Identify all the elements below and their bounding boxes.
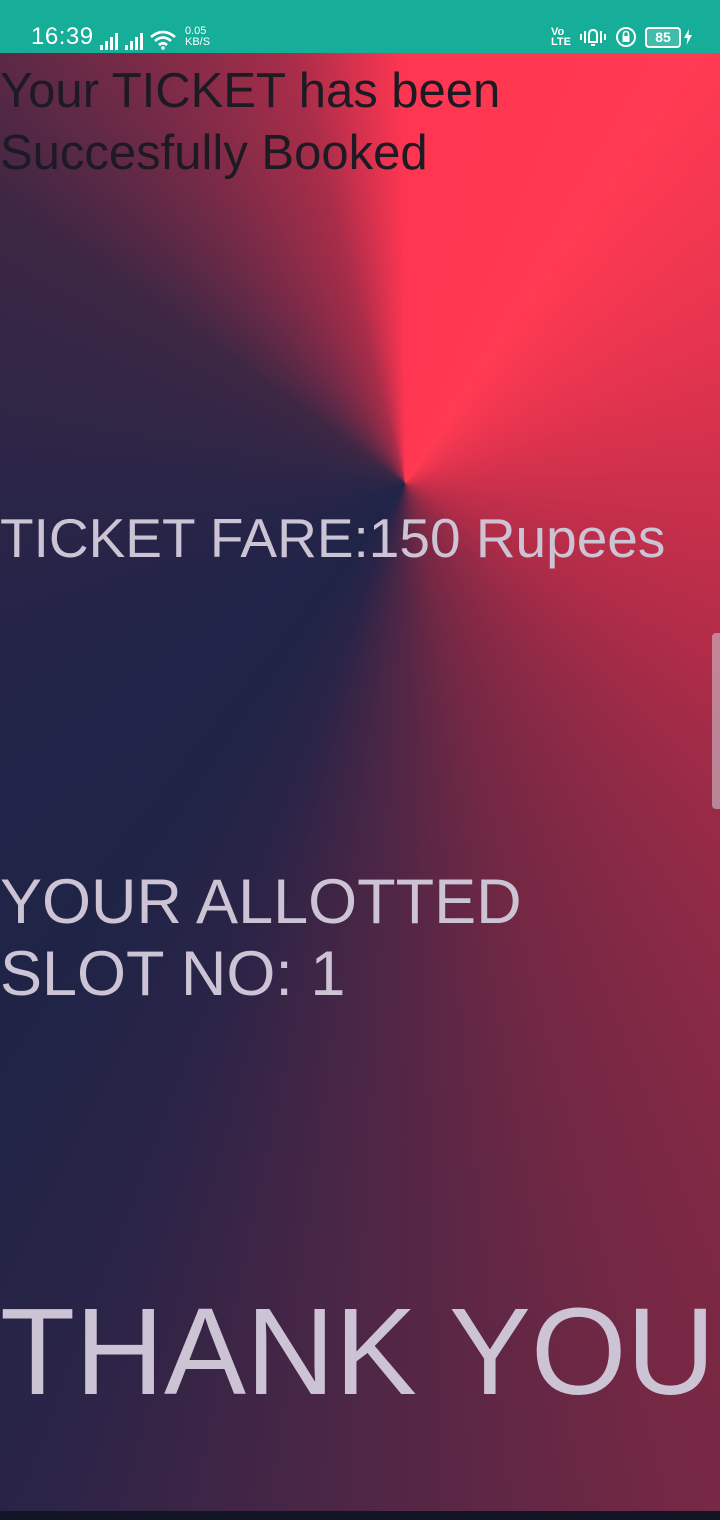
network-speed-unit: KB/S (185, 36, 211, 48)
volte-icon: Vo LTE (551, 27, 571, 48)
ticket-confirmation-panel: Your TICKET has been Succesfully Booked … (0, 53, 720, 1511)
status-right-icons: Vo LTE 85 (551, 24, 692, 50)
signal-strength-icon-2 (125, 30, 143, 50)
battery-level: 85 (645, 26, 681, 48)
status-left-icons: 0.05 KB/S (100, 24, 210, 50)
screen: 16:39 0.05 KB/S Vo LTE 85 Your TICKET ha… (0, 0, 720, 1520)
volte-bottom: LTE (551, 36, 571, 48)
thank-you-text: THANK YOU (0, 1284, 716, 1421)
ticket-fare-text: TICKET FARE:150 Rupees (0, 507, 666, 569)
charging-bolt-icon (684, 29, 692, 45)
navigation-bar (0, 1511, 720, 1520)
allotted-slot-text: YOUR ALLOTTED SLOT NO: 1 (0, 867, 522, 1009)
status-bar: 16:39 0.05 KB/S Vo LTE 85 (0, 0, 720, 53)
wifi-icon (150, 30, 176, 50)
network-speed: 0.05 KB/S (185, 26, 210, 48)
lock-rotation-icon (615, 26, 637, 48)
battery-indicator: 85 (645, 26, 692, 48)
scroll-indicator[interactable] (712, 633, 720, 809)
status-time: 16:39 (31, 23, 94, 50)
vibrate-icon (579, 26, 607, 48)
booking-success-message: Your TICKET has been Succesfully Booked (0, 64, 501, 180)
signal-strength-icon (100, 30, 118, 50)
